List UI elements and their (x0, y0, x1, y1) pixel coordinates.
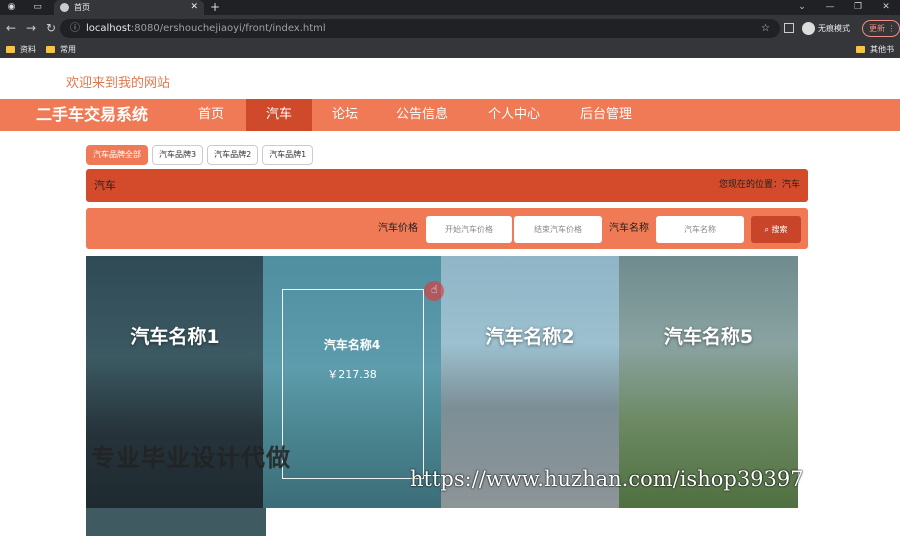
nav-home[interactable]: 首页 (180, 99, 242, 131)
car-name: 汽车名称1 (130, 326, 220, 348)
incognito-icon (802, 22, 815, 35)
brand-filter-tags: 汽车品牌全部 汽车品牌3 汽车品牌2 汽车品牌1 (86, 142, 317, 165)
url-host: localhost (86, 23, 131, 34)
search-button[interactable]: ⌕ 搜索 (751, 216, 801, 243)
tag-all-brands[interactable]: 汽车品牌全部 (86, 145, 148, 165)
min-price-input[interactable]: 开始汽车价格 (426, 216, 512, 243)
minimize-icon[interactable]: — (816, 0, 844, 15)
max-price-input[interactable]: 结束汽车价格 (514, 216, 602, 243)
watermark-url: https://www.huzhan.com/ishop39397 (410, 467, 804, 491)
mouse-cursor-icon: ☝ (424, 281, 444, 301)
site-brand[interactable]: 二手车交易系统 (36, 99, 148, 131)
nav-admin[interactable]: 后台管理 (562, 99, 650, 131)
restore-icon[interactable]: ❐ (844, 0, 872, 15)
price-label: 汽车价格 (378, 223, 418, 234)
main-nav: 二手车交易系统 首页 汽车 论坛 公告信息 个人中心 后台管理 (0, 99, 900, 131)
search-button-label: 搜索 (771, 225, 788, 234)
car-price: ￥217.38 (327, 368, 377, 381)
bookmarks-bar: 资料 常用 其他书签 (0, 42, 900, 70)
browser-toolbar: ← → ↻ ⓘ localhost:8080/ershouchejiaoyi/f… (0, 15, 900, 42)
close-window-icon[interactable]: ✕ (872, 0, 900, 15)
window-controls: ⌄ — ❐ ✕ (788, 0, 900, 15)
tag-brand-1[interactable]: 汽车品牌1 (262, 145, 314, 165)
welcome-text: 欢迎来到我的网站 (66, 76, 171, 91)
new-tab-icon[interactable]: + (210, 0, 220, 15)
current-location: 您现在的位置：汽车 (718, 180, 800, 190)
site-info-icon[interactable]: ⓘ (70, 19, 80, 38)
bookmark-star-icon[interactable]: ☆ (761, 19, 770, 38)
search-bar: 汽车价格 开始汽车价格 结束汽车价格 汽车名称 汽车名称 ⌕ 搜索 (86, 208, 808, 249)
page-title: 汽车 (94, 179, 116, 192)
bookmark-label: 资料 (20, 45, 36, 54)
browser-tab[interactable]: 首页 ✕ (54, 0, 204, 15)
search-icon: ⌕ (764, 225, 769, 234)
url-path: :8080/ershouchejiaoyi/front/index.html (130, 23, 326, 34)
nav-forum[interactable]: 论坛 (316, 99, 374, 131)
folder-icon (6, 46, 15, 53)
tab-search-icon[interactable]: ▭ (32, 2, 43, 13)
folder-icon (46, 46, 55, 53)
car-name: 汽车名称2 (485, 326, 575, 348)
nav-user-center[interactable]: 个人中心 (470, 99, 558, 131)
update-label: 更新 (869, 24, 885, 33)
reload-icon[interactable]: ↻ (44, 21, 58, 35)
browser-tab-strip: ◉ ▭ 首页 ✕ + ⌄ — ❐ ✕ (0, 0, 900, 15)
update-button[interactable]: 更新 ⋮ (862, 20, 900, 37)
chevron-down-icon[interactable]: ⌄ (788, 0, 816, 15)
tab-title: 首页 (74, 3, 90, 12)
incognito-indicator[interactable]: 无痕模式 (802, 21, 850, 36)
back-icon[interactable]: ← (4, 21, 18, 35)
bookmark-folder[interactable]: 常用 (46, 42, 76, 58)
favicon-icon (60, 3, 69, 12)
bookmark-label: 常用 (60, 45, 76, 54)
car-name-label: 汽车名称 (609, 223, 649, 234)
car-name: 汽车名称5 (663, 326, 754, 348)
bookmark-folder[interactable]: 资料 (6, 42, 36, 58)
watermark-text: 专业毕业设计代做 (91, 444, 291, 472)
side-panel-icon[interactable] (784, 23, 794, 33)
hover-frame (282, 289, 424, 479)
web-page: 欢迎来到我的网站 二手车交易系统 首页 汽车 论坛 公告信息 个人中心 后台管理… (0, 58, 900, 536)
car-name-input[interactable]: 汽车名称 (656, 216, 744, 243)
nav-cars[interactable]: 汽车 (246, 99, 312, 131)
tag-brand-2[interactable]: 汽车品牌2 (207, 145, 259, 165)
close-tab-icon[interactable]: ✕ (190, 0, 198, 15)
profile-label: 无痕模式 (818, 24, 850, 33)
browser-menu-icon[interactable]: ◉ (6, 2, 17, 13)
address-bar[interactable]: ⓘ localhost:8080/ershouchejiaoyi/front/i… (60, 19, 780, 38)
forward-icon[interactable]: → (24, 21, 38, 35)
car-card-next-row[interactable] (86, 508, 266, 536)
car-name: 汽车名称4 (323, 338, 381, 352)
tag-brand-3[interactable]: 汽车品牌3 (152, 145, 204, 165)
breadcrumb: 汽车 您现在的位置：汽车 (86, 169, 808, 202)
folder-icon (856, 46, 865, 53)
nav-announcements[interactable]: 公告信息 (378, 99, 466, 131)
